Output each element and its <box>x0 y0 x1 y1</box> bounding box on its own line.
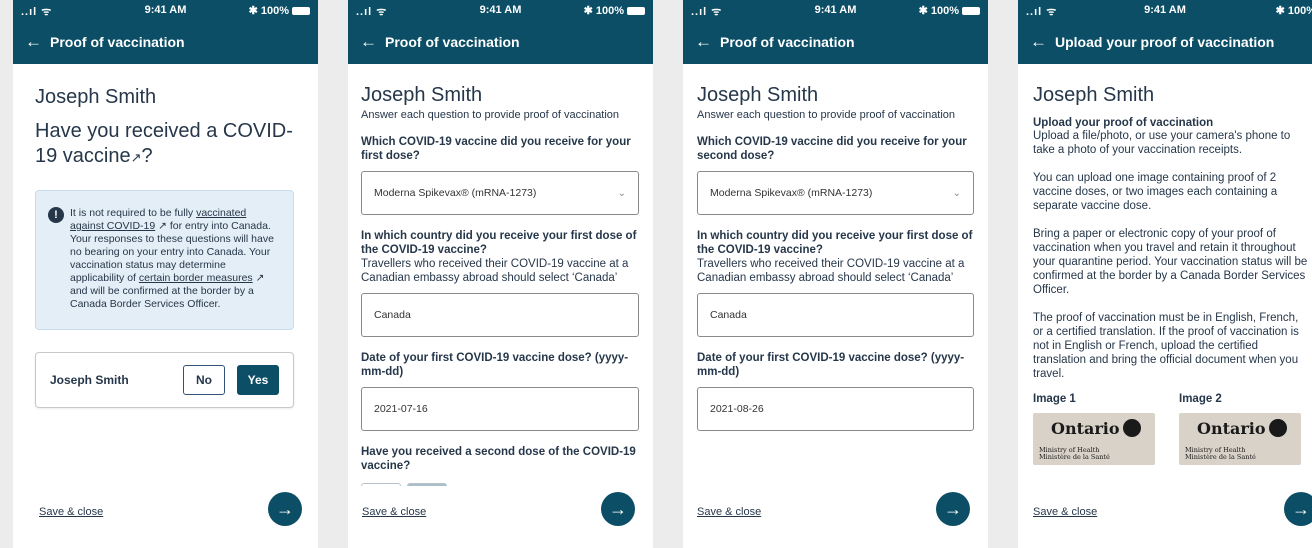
country-field[interactable]: Canada <box>697 293 974 337</box>
image-2-label: Image 2 <box>1179 393 1222 405</box>
alert-text: It is not required to be fully vaccinate… <box>70 207 274 310</box>
page-title: Proof of vaccination <box>720 34 855 50</box>
external-link-icon[interactable]: ↗ <box>131 150 142 165</box>
footer: Save & close → <box>1018 486 1312 548</box>
uploaded-images: Image 1 Ontario Ministry of Health Minist… <box>1033 393 1308 465</box>
status-bar: ..ıl ᯤ 9:41 AM ✱ 100% <box>1018 0 1312 20</box>
footer: Save & close → <box>683 486 988 548</box>
battery-indicator: ✱ 100% <box>249 4 310 17</box>
upload-heading: Upload your proof of vaccination <box>1033 117 1214 129</box>
vaccine-question: Have you received a COVID-19 vaccine↗? <box>35 120 293 167</box>
app-bar: ← Proof of vaccination <box>683 20 988 64</box>
status-bar: ..ıl ᯤ 9:41 AM ✱ 100% <box>348 0 653 20</box>
traveller-name: Joseph Smith <box>697 84 819 106</box>
arrow-right-icon[interactable]: → <box>936 492 970 526</box>
page-title: Proof of vaccination <box>385 34 520 50</box>
border-measures-link[interactable]: certain border measures <box>139 272 253 284</box>
arrow-left-icon[interactable]: ← <box>360 32 377 52</box>
upload-instructions: Upload a file/photo, or use your camera'… <box>1033 130 1291 156</box>
arrow-left-icon[interactable]: ← <box>1030 32 1047 52</box>
q-vaccine-label: Which COVID-19 vaccine did you receive f… <box>697 136 967 162</box>
vaccine-select[interactable]: Moderna Spikevax® (mRNA-1273) ⌄ <box>361 171 639 215</box>
battery-indicator: ✱ 100% <box>919 4 980 17</box>
q-country-hint: Travellers who received their COVID-19 v… <box>361 258 629 284</box>
traveller-name: Joseph Smith <box>361 84 483 106</box>
screen-second-dose: ..ıl ᯤ 9:41 AM ✱ 100% ← Proof of vaccina… <box>683 0 988 548</box>
no-button[interactable]: No <box>183 365 225 395</box>
image-1-label: Image 1 <box>1033 393 1076 405</box>
q-vaccine-label: Which COVID-19 vaccine did you receive f… <box>361 136 631 162</box>
upload-language-info: The proof of vaccination must be in Engl… <box>1033 312 1299 380</box>
date-field[interactable]: 2021-08-26 <box>697 387 974 431</box>
arrow-left-icon[interactable]: ← <box>25 32 42 52</box>
q-country-hint: Travellers who received their COVID-19 v… <box>697 258 965 284</box>
battery-icon <box>292 7 310 16</box>
app-bar: ← Proof of vaccination <box>13 20 318 64</box>
country-field[interactable]: Canada <box>361 293 639 337</box>
info-alert: ! It is not required to be fully vaccina… <box>35 190 294 330</box>
app-bar: ← Proof of vaccination <box>348 20 653 64</box>
chevron-down-icon: ⌄ <box>617 187 626 199</box>
date-field[interactable]: 2021-07-16 <box>361 387 639 431</box>
save-close-link[interactable]: Save & close <box>39 506 103 518</box>
status-bar: ..ıl ᯤ 9:41 AM ✱ 100% <box>13 0 318 20</box>
vaccine-select[interactable]: Moderna Spikevax® (mRNA-1273) ⌄ <box>697 171 974 215</box>
q-date-label: Date of your first COVID-19 vaccine dose… <box>361 352 629 378</box>
arrow-right-icon[interactable]: → <box>268 492 302 526</box>
screen-first-dose: ..ıl ᯤ 9:41 AM ✱ 100% ← Proof of vaccina… <box>348 0 653 548</box>
q-date-label: Date of your first COVID-19 vaccine dose… <box>697 352 965 378</box>
arrow-right-icon[interactable]: → <box>1284 492 1312 526</box>
subtitle: Answer each question to provide proof of… <box>697 109 956 121</box>
battery-icon <box>627 7 645 16</box>
image-slot-2[interactable]: Image 2 Ontario Ministry of Health Minist… <box>1179 393 1301 465</box>
trillium-icon <box>1269 419 1287 437</box>
arrow-right-icon[interactable]: → <box>601 492 635 526</box>
status-bar: ..ıl ᯤ 9:41 AM ✱ 100% <box>683 0 988 20</box>
image-2-thumbnail[interactable]: Ontario Ministry of Health Ministère de l… <box>1179 413 1301 465</box>
upload-dose-info: You can upload one image containing proo… <box>1033 172 1278 212</box>
screen-proof-question: ..ıl ᯤ 9:41 AM ✱ 100% ← Proof of vaccina… <box>13 0 318 548</box>
save-close-link[interactable]: Save & close <box>697 506 761 518</box>
traveller-answer-row: Joseph Smith No Yes <box>35 352 294 408</box>
save-close-link[interactable]: Save & close <box>362 506 426 518</box>
chevron-down-icon: ⌄ <box>952 187 961 199</box>
trillium-icon <box>1123 419 1141 437</box>
external-link-icon: ↗ <box>155 220 167 232</box>
row-label: Joseph Smith <box>50 373 129 387</box>
screen-upload: ..ıl ᯤ 9:41 AM ✱ 100% ← Upload your proo… <box>1018 0 1312 548</box>
arrow-left-icon[interactable]: ← <box>695 32 712 52</box>
image-1-thumbnail[interactable]: Ontario Ministry of Health Ministère de l… <box>1033 413 1155 465</box>
battery-indicator: ✱ 100% <box>584 4 645 17</box>
battery-icon <box>962 7 980 16</box>
save-close-link[interactable]: Save & close <box>1033 506 1097 518</box>
page-title: Upload your proof of vaccination <box>1055 34 1275 50</box>
external-link-icon: ↗ <box>252 272 265 284</box>
image-slot-1[interactable]: Image 1 Ontario Ministry of Health Minist… <box>1033 393 1155 465</box>
subtitle: Answer each question to provide proof of… <box>361 109 620 121</box>
q-country-label: In which country did you receive your fi… <box>361 230 637 256</box>
yes-button[interactable]: Yes <box>237 365 279 395</box>
page-title: Proof of vaccination <box>50 34 185 50</box>
footer: Save & close → <box>348 486 653 548</box>
battery-indicator: ✱ 100% <box>1275 5 1312 17</box>
info-icon: ! <box>48 207 64 223</box>
app-bar: ← Upload your proof of vaccination <box>1018 20 1312 64</box>
traveller-name: Joseph Smith <box>1033 84 1155 106</box>
traveller-name: Joseph Smith <box>35 86 157 108</box>
q-second-dose-label: Have you received a second dose of the C… <box>361 446 636 472</box>
status-time: 9:41 AM <box>1144 4 1186 16</box>
q-country-label: In which country did you receive your fi… <box>697 230 973 256</box>
footer: Save & close → <box>13 486 318 548</box>
upload-bring-info: Bring a paper or electronic copy of your… <box>1033 228 1308 296</box>
